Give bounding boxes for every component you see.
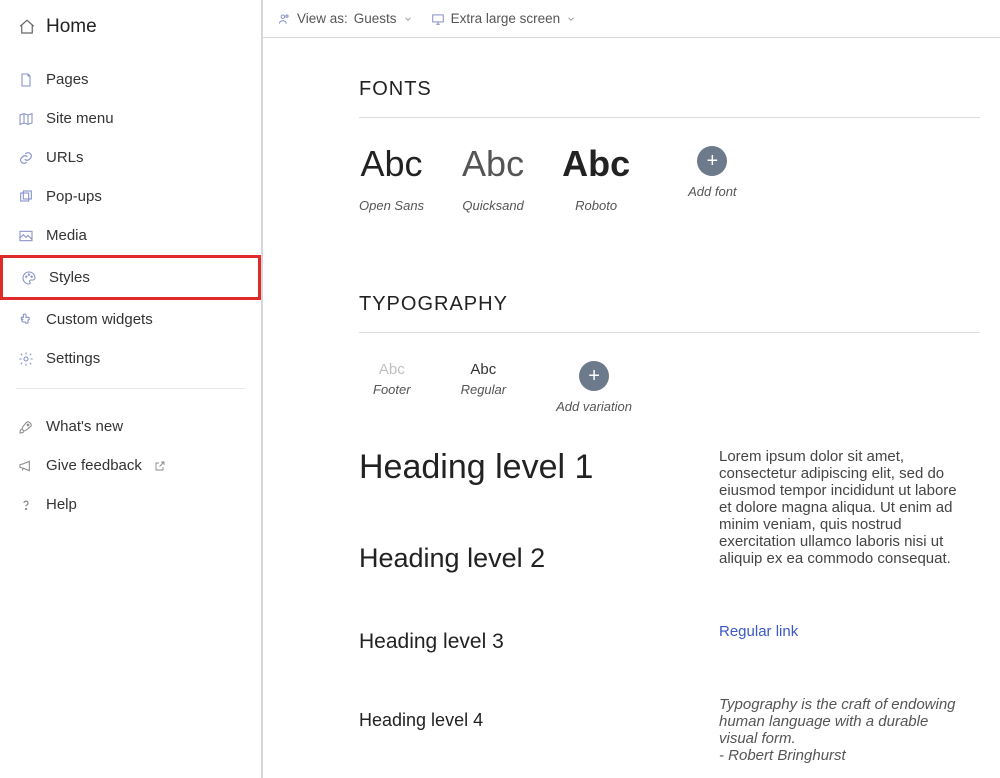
sidebar-divider xyxy=(16,388,245,389)
monitor-icon xyxy=(431,12,445,26)
screen-size-selector[interactable]: Extra large screen xyxy=(431,11,577,26)
external-link-icon xyxy=(154,460,166,472)
home-icon xyxy=(18,18,36,36)
person-icon xyxy=(277,12,291,26)
heading-level-3[interactable]: Heading level 3 xyxy=(359,630,659,654)
puzzle-icon xyxy=(18,312,34,328)
sidebar-item-urls[interactable]: URLs xyxy=(0,138,261,177)
add-variation-label: Add variation xyxy=(556,399,632,414)
rocket-icon xyxy=(18,419,34,435)
plus-icon: + xyxy=(579,361,609,391)
megaphone-icon xyxy=(18,458,34,474)
heading-level-4[interactable]: Heading level 4 xyxy=(359,710,659,731)
link-icon xyxy=(18,150,34,166)
screen-size-value: Extra large screen xyxy=(451,11,561,26)
plus-icon: + xyxy=(697,146,727,176)
font-name: Quicksand xyxy=(462,198,524,213)
font-sample: Abc xyxy=(562,146,630,182)
variation-sample: Abc xyxy=(373,361,411,378)
heading-level-1[interactable]: Heading level 1 xyxy=(359,448,659,487)
typography-variations: Abc Footer Abc Regular + Add variation xyxy=(359,361,980,414)
regular-link[interactable]: Regular link xyxy=(719,623,798,640)
fonts-row: Abc Open Sans Abc Quicksand Abc Roboto +… xyxy=(359,146,980,213)
samples-column: Lorem ipsum dolor sit amet, consectetur … xyxy=(719,448,980,764)
font-sample: Abc xyxy=(359,146,424,182)
sidebar-item-styles[interactable]: Styles xyxy=(0,255,261,300)
media-icon xyxy=(18,228,34,244)
font-tile-opensans[interactable]: Abc Open Sans xyxy=(359,146,424,213)
sidebar-item-label: Give feedback xyxy=(46,457,142,474)
sidebar-item-popups[interactable]: Pop-ups xyxy=(0,177,261,216)
add-font-button[interactable]: + Add font xyxy=(688,146,736,199)
sidebar-item-label: Help xyxy=(46,496,77,513)
page-icon xyxy=(18,72,34,88)
sidebar-item-label: Settings xyxy=(46,350,100,367)
sidebar-item-customwidgets[interactable]: Custom widgets xyxy=(0,300,261,339)
sidebar-title: Home xyxy=(46,16,97,38)
headings-column: Heading level 1 Heading level 2 Heading … xyxy=(359,448,659,764)
divider xyxy=(359,332,980,333)
variation-regular[interactable]: Abc Regular xyxy=(461,361,507,397)
variation-footer[interactable]: Abc Footer xyxy=(373,361,411,397)
sidebar-item-label: Media xyxy=(46,227,87,244)
variation-name: Regular xyxy=(461,382,507,397)
sidebar-item-media[interactable]: Media xyxy=(0,216,261,255)
sidebar-item-pages[interactable]: Pages xyxy=(0,60,261,99)
sidebar: Home Pages Site menu URLs Pop-ups Media xyxy=(0,0,263,778)
sidebar-footer-group: What's new Give feedback Help xyxy=(0,399,261,524)
heading-level-2[interactable]: Heading level 2 xyxy=(359,543,659,574)
sidebar-main-group: Pages Site menu URLs Pop-ups Media Style… xyxy=(0,52,261,378)
font-name: Roboto xyxy=(562,198,630,213)
view-as-value: Guests xyxy=(354,11,397,26)
topbar: View as: Guests Extra large screen xyxy=(263,0,1000,38)
sidebar-item-whatsnew[interactable]: What's new xyxy=(0,407,261,446)
font-sample: Abc xyxy=(462,146,524,182)
sidebar-item-label: Pages xyxy=(46,71,89,88)
view-as-prefix: View as: xyxy=(297,11,348,26)
quote-text[interactable]: Typography is the craft of endowing huma… xyxy=(719,696,970,764)
popup-icon xyxy=(18,189,34,205)
font-name: Open Sans xyxy=(359,198,424,213)
fonts-heading: FONTS xyxy=(359,78,980,101)
content-scroll[interactable]: FONTS Abc Open Sans Abc Quicksand Abc Ro… xyxy=(263,38,1000,778)
sidebar-item-help[interactable]: Help xyxy=(0,485,261,524)
sidebar-item-sitemenu[interactable]: Site menu xyxy=(0,99,261,138)
sidebar-item-label: URLs xyxy=(46,149,84,166)
sidebar-item-label: Custom widgets xyxy=(46,311,153,328)
sidebar-item-settings[interactable]: Settings xyxy=(0,339,261,378)
typography-body: Heading level 1 Heading level 2 Heading … xyxy=(359,448,980,764)
typography-section: TYPOGRAPHY Abc Footer Abc Regular + Add … xyxy=(359,293,980,764)
palette-icon xyxy=(21,270,37,286)
sidebar-item-label: Pop-ups xyxy=(46,188,102,205)
sidebar-item-label: Styles xyxy=(49,269,90,286)
lorem-text[interactable]: Lorem ipsum dolor sit amet, consectetur … xyxy=(719,448,970,567)
chevron-down-icon xyxy=(403,14,413,24)
variation-name: Footer xyxy=(373,382,411,397)
map-icon xyxy=(18,111,34,127)
font-tile-roboto[interactable]: Abc Roboto xyxy=(562,146,630,213)
sidebar-item-feedback[interactable]: Give feedback xyxy=(0,446,261,485)
add-variation-button[interactable]: + Add variation xyxy=(556,361,632,414)
fonts-section: FONTS Abc Open Sans Abc Quicksand Abc Ro… xyxy=(359,78,980,213)
help-icon xyxy=(18,497,34,513)
font-tile-quicksand[interactable]: Abc Quicksand xyxy=(462,146,524,213)
view-as-selector[interactable]: View as: Guests xyxy=(277,11,413,26)
divider xyxy=(359,117,980,118)
variation-sample: Abc xyxy=(461,361,507,378)
gear-icon xyxy=(18,351,34,367)
typography-heading: TYPOGRAPHY xyxy=(359,293,980,316)
sidebar-item-label: Site menu xyxy=(46,110,114,127)
main-panel: View as: Guests Extra large screen FONTS… xyxy=(263,0,1000,778)
sidebar-header[interactable]: Home xyxy=(0,10,261,52)
add-font-label: Add font xyxy=(688,184,736,199)
sidebar-item-label: What's new xyxy=(46,418,123,435)
chevron-down-icon xyxy=(566,14,576,24)
